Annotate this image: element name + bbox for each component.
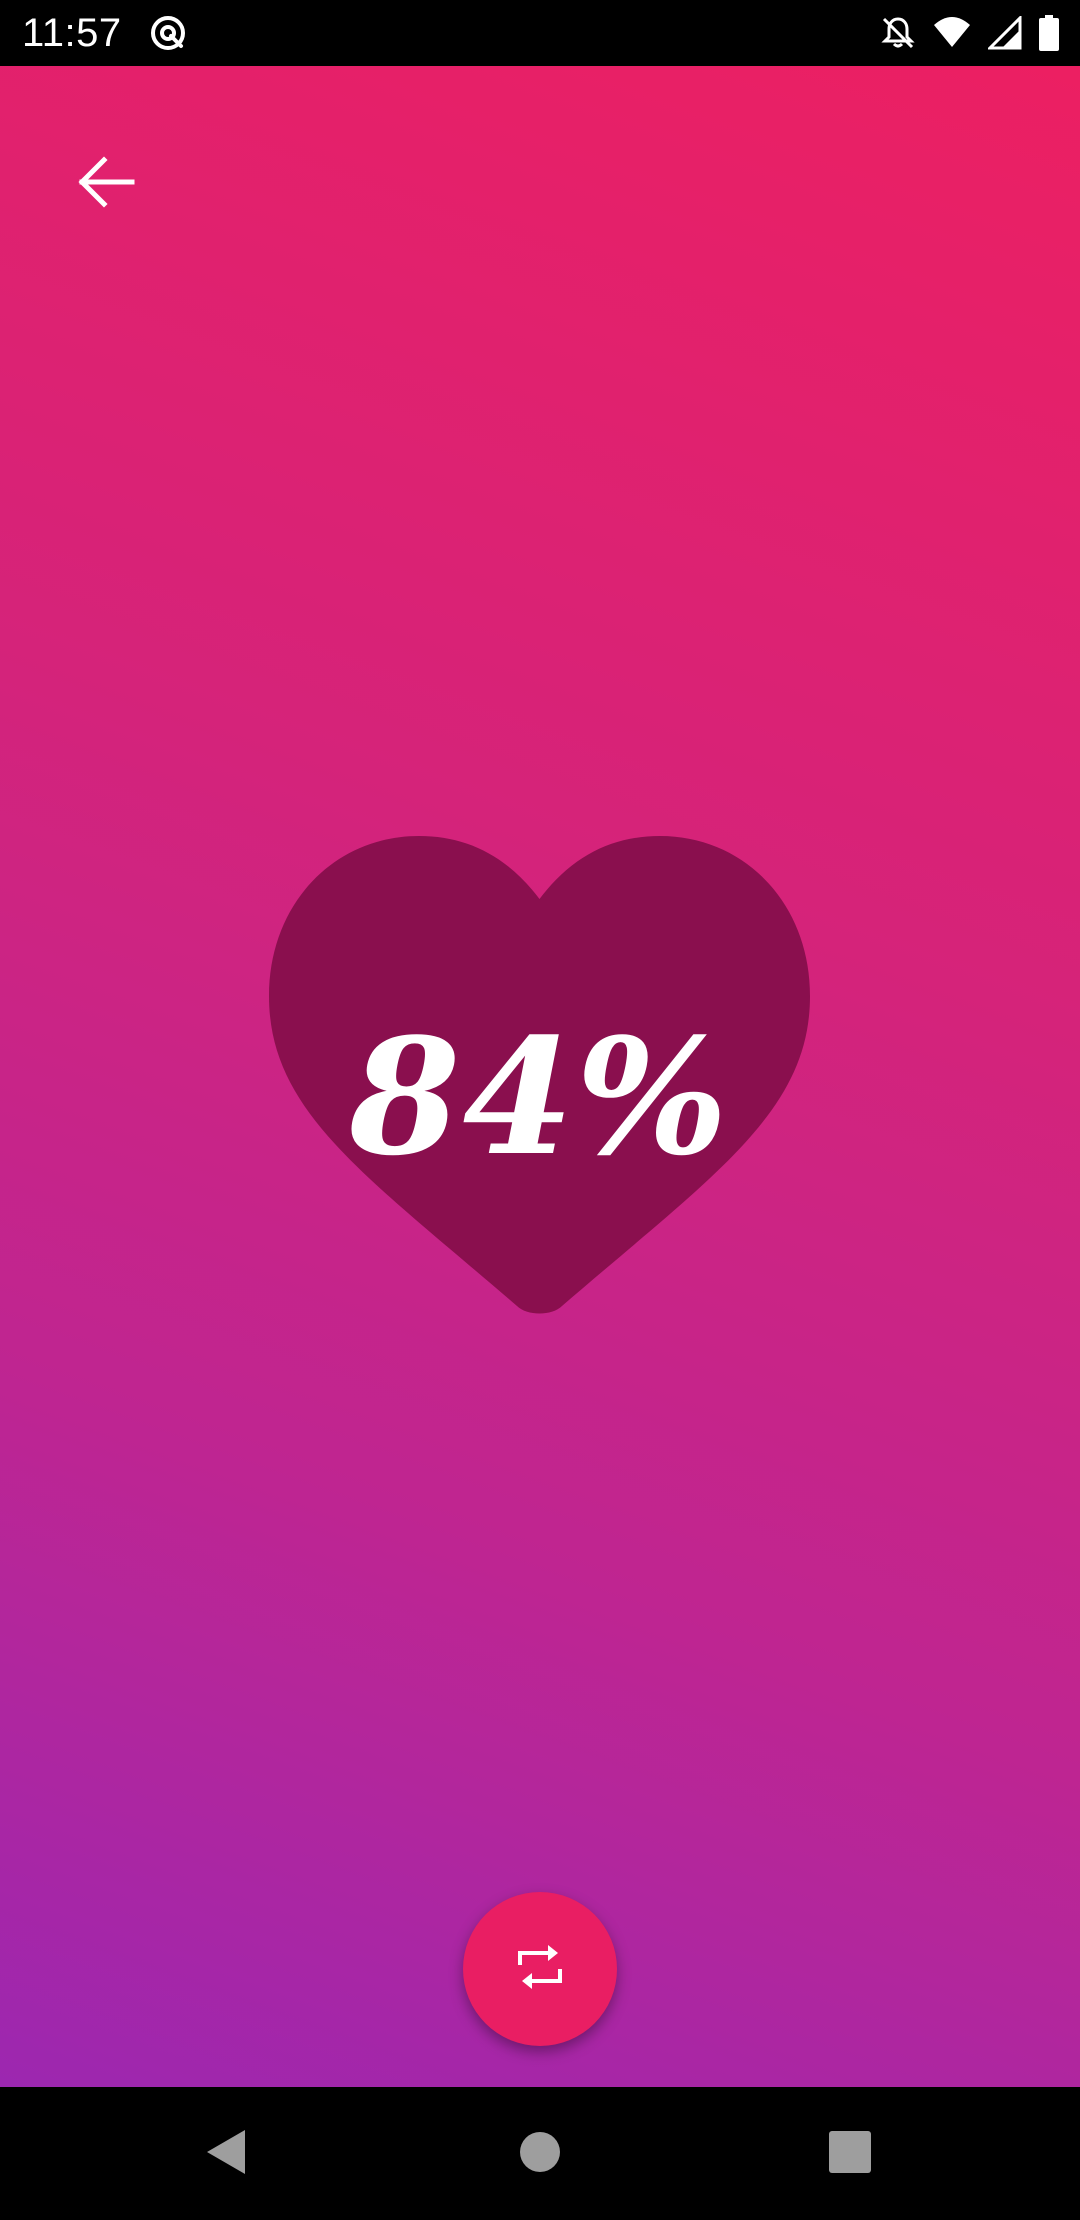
status-time: 11:57 bbox=[22, 11, 122, 55]
nav-back-icon bbox=[203, 2127, 249, 2181]
nav-recents-button[interactable] bbox=[805, 2109, 895, 2199]
status-bar: 11:57 bbox=[0, 0, 1080, 66]
nav-recents-icon bbox=[829, 2131, 871, 2177]
nav-back-button[interactable] bbox=[181, 2109, 271, 2199]
status-icons bbox=[880, 13, 1060, 53]
love-meter-heart: 84% bbox=[269, 836, 810, 1318]
app-screen: 11:57 84% bbox=[0, 0, 1080, 2220]
result-screen: 84% bbox=[0, 66, 1080, 2087]
navigation-bar bbox=[0, 2087, 1080, 2220]
back-button[interactable] bbox=[52, 130, 160, 238]
arrow-back-icon bbox=[74, 150, 138, 218]
battery-icon bbox=[1038, 15, 1060, 51]
wifi-icon bbox=[932, 15, 972, 51]
nav-home-icon bbox=[519, 2131, 561, 2177]
retry-button[interactable] bbox=[463, 1892, 617, 2046]
notifications-off-icon bbox=[880, 15, 916, 51]
at-sign-icon bbox=[148, 13, 188, 53]
match-percentage: 84% bbox=[349, 1003, 730, 1191]
repeat-icon bbox=[512, 1939, 568, 1999]
nav-home-button[interactable] bbox=[495, 2109, 585, 2199]
cellular-signal-icon bbox=[988, 16, 1022, 50]
